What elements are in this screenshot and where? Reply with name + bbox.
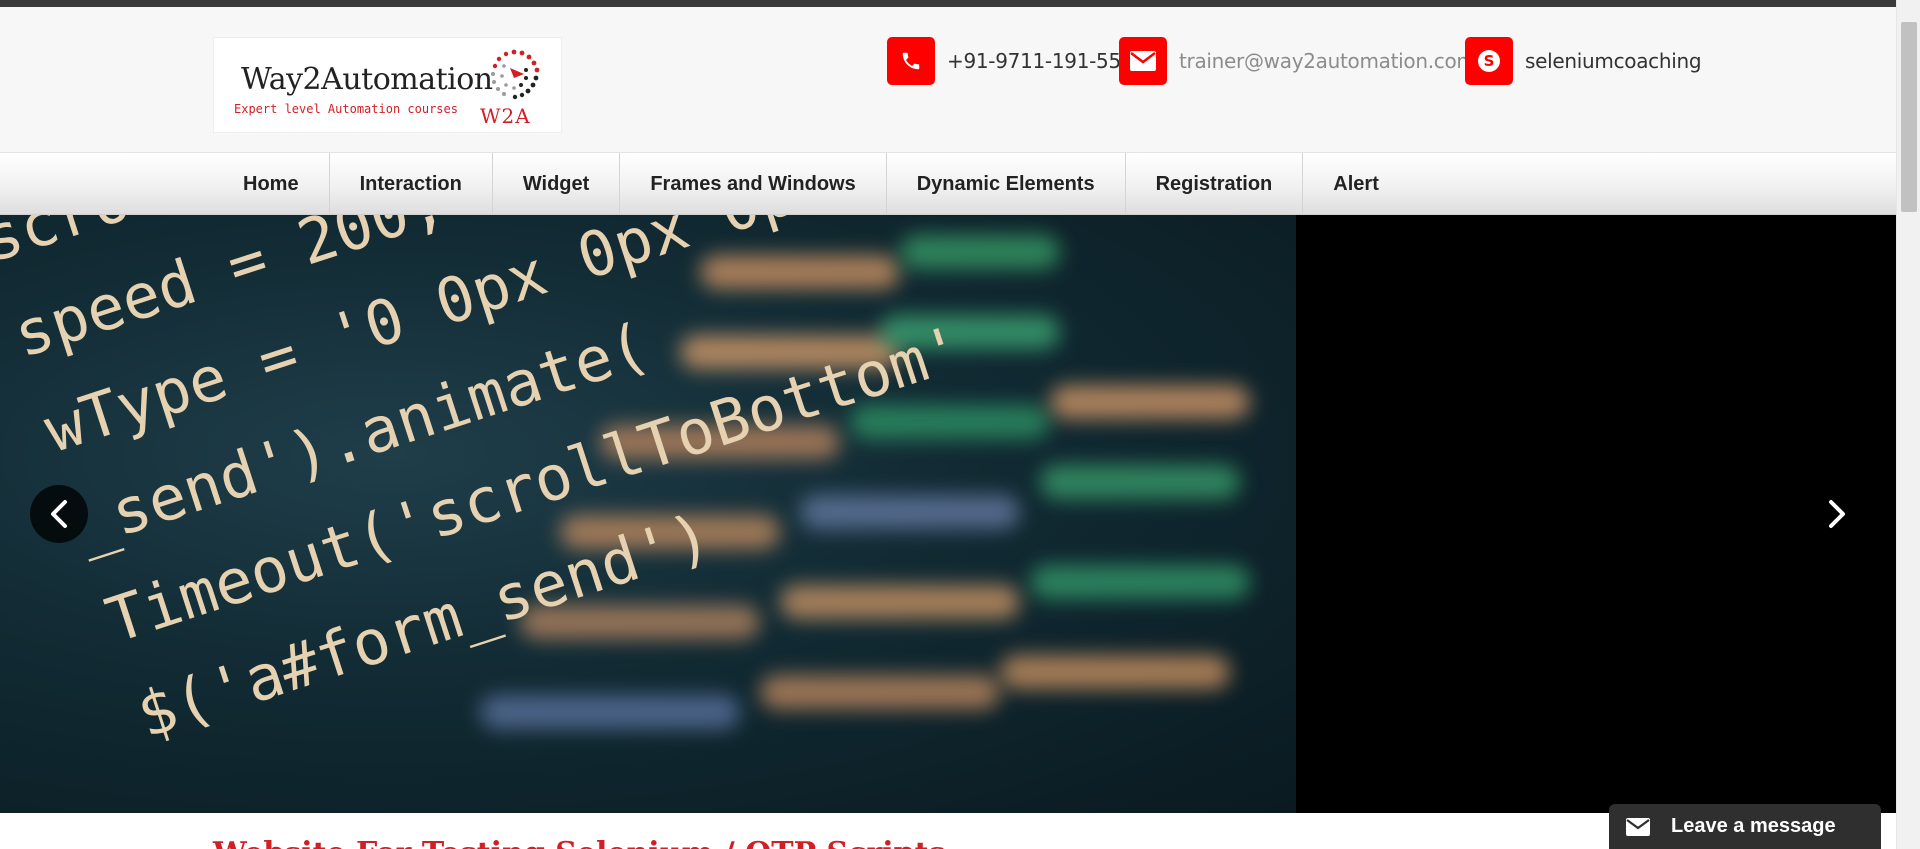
contact-phone-text: +91-9711-191-558 — [947, 49, 1134, 73]
nav-item-frames-and-windows[interactable]: Frames and Windows — [620, 153, 887, 215]
page-scrollbar[interactable] — [1896, 0, 1920, 849]
section-title: Website For Testing Selenium / QTP Scrip… — [213, 836, 945, 849]
contact-skype-text: seleniumcoaching — [1525, 49, 1702, 73]
contact-phone[interactable]: +91-9711-191-558 — [887, 37, 1134, 85]
contact-skype[interactable]: S seleniumcoaching — [1465, 37, 1702, 85]
nav-item-alert[interactable]: Alert — [1303, 153, 1409, 215]
hero-slide-image: scrollTo speed = 200; wType = '0 0px 0px… — [0, 215, 1296, 813]
nav-item-registration[interactable]: Registration — [1126, 153, 1304, 215]
skype-icon: S — [1465, 37, 1513, 85]
svg-text:S: S — [1484, 52, 1495, 70]
carousel-prev-button[interactable] — [30, 485, 88, 543]
logo-title: Way2Automation — [241, 62, 493, 97]
chevron-left-icon — [51, 500, 67, 528]
leave-message-widget[interactable]: Leave a message — [1609, 804, 1881, 849]
hero-carousel: scrollTo speed = 200; wType = '0 0px 0px… — [0, 215, 1896, 813]
logo-tagline: Expert level Automation courses — [234, 102, 458, 116]
top-strip — [0, 0, 1896, 7]
envelope-icon — [1625, 817, 1651, 837]
nav-item-home[interactable]: Home — [213, 153, 330, 215]
envelope-icon — [1119, 37, 1167, 85]
nav-item-interaction[interactable]: Interaction — [330, 153, 493, 215]
leave-message-label: Leave a message — [1671, 815, 1836, 837]
contact-email-text: trainer@way2automation.com — [1179, 49, 1476, 73]
contact-email[interactable]: trainer@way2automation.com — [1119, 37, 1476, 85]
nav-list: Home Interaction Widget Frames and Windo… — [213, 153, 1409, 215]
phone-icon — [887, 37, 935, 85]
main-nav: Home Interaction Widget Frames and Windo… — [0, 153, 1896, 215]
logo-mark-icon — [491, 49, 540, 100]
page: Way2Automation Expert level Automation c… — [0, 0, 1920, 849]
scrollbar-thumb[interactable] — [1901, 22, 1917, 212]
carousel-next-button[interactable] — [1808, 485, 1866, 543]
chevron-right-icon — [1829, 500, 1845, 528]
nav-item-widget[interactable]: Widget — [493, 153, 621, 215]
site-logo[interactable]: Way2Automation Expert level Automation c… — [213, 37, 562, 133]
nav-item-dynamic-elements[interactable]: Dynamic Elements — [887, 153, 1126, 215]
logo-w2a-text: W2A — [480, 104, 531, 128]
site-header: Way2Automation Expert level Automation c… — [0, 7, 1896, 153]
